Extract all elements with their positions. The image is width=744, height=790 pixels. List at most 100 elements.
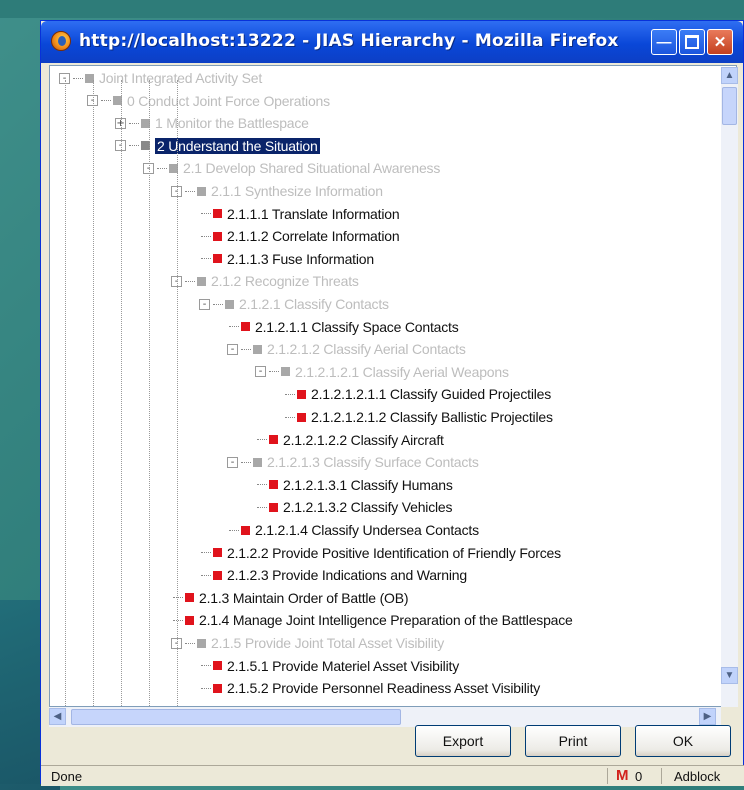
tree-connector xyxy=(201,574,211,576)
adblock-label[interactable]: Adblock xyxy=(674,769,720,784)
tree-node[interactable]: -2 Understand the Situation xyxy=(115,135,320,157)
leaf-marker-icon xyxy=(185,615,194,625)
tree-node[interactable]: 2.1.2.2 Provide Positive Identification … xyxy=(201,542,561,564)
tree-node-label: 2 Understand the Situation xyxy=(155,137,320,154)
tree-node[interactable]: 2.1.2.1.3.1 Classify Humans xyxy=(257,474,453,496)
tree-node[interactable]: -2.1.2 Recognize Threats xyxy=(171,270,359,292)
tree-node[interactable]: 2.1.2.1.4 Classify Undersea Contacts xyxy=(229,519,479,541)
tree-guide-line xyxy=(121,80,122,706)
ok-button[interactable]: OK xyxy=(635,725,731,757)
status-divider xyxy=(607,768,608,784)
tree-node-label: 2.1.1.3 Fuse Information xyxy=(227,250,374,267)
leaf-marker-icon xyxy=(269,502,278,512)
tree-node[interactable]: 2.1.2.3 Provide Indications and Warning xyxy=(201,564,467,586)
tree-node[interactable]: 2.1.2.1.1 Classify Space Contacts xyxy=(229,316,459,338)
window-title: http://localhost:13222 - JIAS Hierarchy … xyxy=(79,31,619,51)
title-bar[interactable]: http://localhost:13222 - JIAS Hierarchy … xyxy=(41,21,743,63)
tree-node[interactable]: 2.1.1.1 Translate Information xyxy=(201,203,400,225)
leaf-marker-icon xyxy=(297,412,306,422)
leaf-marker-icon xyxy=(213,254,222,264)
tree-node-label: Joint Integrated Activity Set xyxy=(99,70,263,86)
tree-node-label: 2.1.2.1.2.1.1 Classify Guided Projectile… xyxy=(311,386,552,403)
tree-connector xyxy=(73,77,83,79)
tree-connector xyxy=(229,529,239,531)
tree-guide-line xyxy=(149,80,150,706)
tree-connector xyxy=(173,597,183,599)
horizontal-scrollbar[interactable]: ◀ ▶ xyxy=(49,707,721,727)
tree-connector xyxy=(185,642,195,644)
tree-node[interactable]: 2.1.2.1.2.2 Classify Aircraft xyxy=(257,429,444,451)
tree-connector xyxy=(285,393,295,395)
leaf-marker-icon xyxy=(213,548,222,558)
group-marker-icon xyxy=(281,367,290,377)
tree-connector xyxy=(129,122,139,124)
scroll-up-button[interactable]: ▲ xyxy=(721,67,738,84)
tree-node-label: 2.1.2.1.2 Classify Aerial Contacts xyxy=(267,341,466,358)
tree-connector xyxy=(185,280,195,282)
tree-node[interactable]: -2.1.2.1.3 Classify Surface Contacts xyxy=(227,451,479,473)
tree-node[interactable]: 2.1.1.2 Correlate Information xyxy=(201,225,400,247)
gmail-icon[interactable]: M xyxy=(616,767,629,784)
tree-node[interactable]: -2.1.1 Synthesize Information xyxy=(171,180,383,202)
tree-node[interactable]: - Joint Integrated Activity Set xyxy=(59,67,262,89)
scroll-down-button[interactable]: ▼ xyxy=(721,667,738,684)
firefox-window: http://localhost:13222 - JIAS Hierarchy … xyxy=(40,20,744,786)
tree-node[interactable]: 2.1.2.1.2.1.2 Classify Ballistic Project… xyxy=(285,406,553,428)
tree-connector xyxy=(173,619,183,621)
minimize-button[interactable]: — xyxy=(651,29,677,55)
tree-connector xyxy=(129,145,139,147)
tree-guide-line xyxy=(65,80,66,706)
leaf-marker-icon xyxy=(269,480,278,490)
tree-node[interactable]: -2.1.2.1 Classify Contacts xyxy=(199,293,389,315)
tree-connector xyxy=(257,439,267,441)
tree-node[interactable]: - 2.1.2.1.2.1 Classify Aerial Weapons xyxy=(255,361,509,383)
background-top-band xyxy=(0,0,744,18)
tree-node[interactable]: +1 Monitor the Battlespace xyxy=(115,112,309,134)
leaf-marker-icon xyxy=(213,570,222,580)
vertical-scrollbar[interactable]: ▲ ▼ xyxy=(721,67,738,707)
tree-node[interactable]: 2.1.5.1 Provide Materiel Asset Visibilit… xyxy=(201,655,459,677)
tree-connector xyxy=(201,665,211,667)
tree-node[interactable]: -2.1 Develop Shared Situational Awarenes… xyxy=(143,157,440,179)
tree-node[interactable]: 2.1.3 Maintain Order of Battle (OB) xyxy=(173,587,409,609)
tree-node-label: 2.1.1.1 Translate Information xyxy=(227,205,400,222)
status-bar: Done M 0 Adblock xyxy=(41,765,744,786)
chevron-left-icon: ◀ xyxy=(53,711,62,722)
tree-connector xyxy=(285,416,295,418)
tree-node-label: 2.1.2.1.3.2 Classify Vehicles xyxy=(283,499,453,516)
tree-node-label: 2.1.2.1.1 Classify Space Contacts xyxy=(255,318,459,335)
hierarchy-tree[interactable]: - Joint Integrated Activity Set -0 Conduct… xyxy=(49,65,737,707)
status-text: Done xyxy=(51,769,83,784)
leaf-marker-icon xyxy=(269,435,278,445)
close-icon: ✕ xyxy=(713,34,727,51)
tree-node-label: 2.1.2.2 Provide Positive Identification … xyxy=(227,544,561,561)
tree-connector xyxy=(157,167,167,169)
tree-node-label: 2.1.2.1.2.2 Classify Aircraft xyxy=(283,431,444,448)
tree-connector xyxy=(241,461,251,463)
tree-node[interactable]: -0 Conduct Joint Force Operations xyxy=(87,90,330,112)
tree-node-label: 2.1.2.1.2.1 Classify Aerial Weapons xyxy=(295,363,509,380)
scroll-right-button[interactable]: ▶ xyxy=(699,708,716,725)
scroll-left-button[interactable]: ◀ xyxy=(49,708,66,725)
tree-connector xyxy=(201,552,211,554)
export-button[interactable]: Export xyxy=(415,725,511,757)
tree-node[interactable]: 2.1.2.1.3.2 Classify Vehicles xyxy=(257,496,452,518)
print-button[interactable]: Print xyxy=(525,725,621,757)
leaf-marker-icon xyxy=(213,231,222,241)
close-button[interactable]: ✕ xyxy=(707,29,733,55)
leaf-marker-icon xyxy=(213,209,222,219)
tree-node-label: 2.1.3 Maintain Order of Battle (OB) xyxy=(199,589,409,606)
status-divider xyxy=(661,768,662,784)
maximize-button[interactable] xyxy=(679,29,705,55)
horizontal-scroll-thumb[interactable] xyxy=(71,709,401,725)
firefox-icon xyxy=(51,31,71,51)
tree-node[interactable]: 2.1.1.3 Fuse Information xyxy=(201,248,374,270)
tree-node[interactable]: -2.1.2.1.2 Classify Aerial Contacts xyxy=(227,338,466,360)
tree-node[interactable]: 2.1.5.2 Provide Personnel Readiness Asse… xyxy=(201,677,540,699)
collapse-icon[interactable]: - xyxy=(255,366,266,378)
tree-connector xyxy=(201,213,211,215)
tree-node[interactable]: -2.1.5 Provide Joint Total Asset Visibil… xyxy=(171,632,444,654)
vertical-scroll-thumb[interactable] xyxy=(722,87,737,125)
tree-node[interactable]: 2.1.2.1.2.1.1 Classify Guided Projectile… xyxy=(285,383,551,405)
tree-guide-line xyxy=(93,80,94,706)
